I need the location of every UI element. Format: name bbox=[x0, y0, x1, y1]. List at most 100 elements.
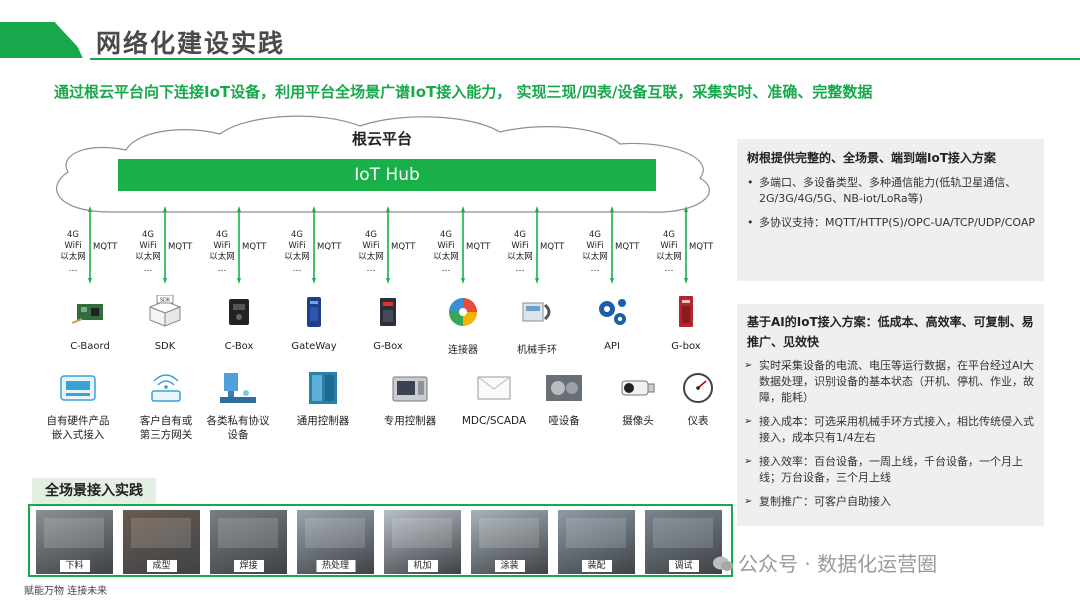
scenario-title: 全场景接入实践 bbox=[32, 478, 156, 504]
scenario-photo: 调试 bbox=[645, 510, 722, 574]
connector-network-label: 4G WiFi 以太网 bbox=[284, 230, 310, 262]
bidirectional-arrow-icon bbox=[163, 206, 167, 284]
scenario-photo-strip: 下料 成型 焊接 热处理 机加 涂装 装配 调试 bbox=[28, 504, 733, 577]
g-box-icon bbox=[368, 295, 408, 329]
scenario-caption: 焊接 bbox=[233, 560, 264, 572]
list-item: 多端口、多设备类型、多种通信能力(低轨卫星通信、2G/3G/4G/5G、NB-i… bbox=[743, 175, 1035, 207]
connector-protocol-label: MQTT bbox=[540, 242, 565, 252]
mdc-scada-icon bbox=[474, 371, 514, 405]
connector-protocol-label: MQTT bbox=[242, 242, 267, 252]
bidirectional-arrow-icon bbox=[386, 206, 390, 284]
connector: 4G WiFi 以太网 MQTT … bbox=[431, 206, 503, 284]
gears-icon bbox=[592, 295, 632, 329]
scenario-photo: 焊接 bbox=[210, 510, 287, 574]
sdk-box-icon: SDK bbox=[145, 295, 185, 329]
circuit-board-icon bbox=[70, 295, 110, 329]
connector-network-label: 4G WiFi 以太网 bbox=[60, 230, 86, 262]
scenario-photo: 装配 bbox=[558, 510, 635, 574]
connector-protocol-label: MQTT bbox=[615, 242, 640, 252]
connector-protocol-label: MQTT bbox=[391, 242, 416, 252]
ai-solution-panel-list: 实时采集设备的电流、电压等运行数据，在平台经过AI大数据处理，识别设备的基本状态… bbox=[743, 358, 1035, 518]
connector-network-label: 4G WiFi 以太网 bbox=[656, 230, 682, 262]
iot-hub-bar: IoT Hub bbox=[118, 159, 656, 191]
c-box-icon bbox=[219, 295, 259, 329]
header-divider bbox=[90, 58, 1080, 60]
scenario-caption: 涂装 bbox=[494, 560, 525, 572]
scenario-photo: 热处理 bbox=[297, 510, 374, 574]
bidirectional-arrow-icon bbox=[237, 206, 241, 284]
lathe-icon bbox=[390, 371, 430, 405]
embedded-hardware-icon bbox=[58, 371, 98, 405]
connector-network-label: 4G WiFi 以太网 bbox=[135, 230, 161, 262]
page-subtitle: 通过根云平台向下连接IoT设备，利用平台全场景广谱IoT接入能力， 实现三现/四… bbox=[54, 83, 873, 101]
wireless-gateway-icon bbox=[146, 371, 186, 405]
connector-more-label: … bbox=[590, 264, 600, 274]
connector-more-label: … bbox=[515, 264, 525, 274]
connector: 4G WiFi 以太网 MQTT… bbox=[282, 206, 354, 284]
list-item: 接入效率：百台设备，一周上线，千台设备，一个月上线；万台设备，三个月上线 bbox=[743, 454, 1035, 486]
connector-more-label: … bbox=[664, 264, 674, 274]
scenario-caption: 装配 bbox=[581, 560, 612, 572]
ai-solution-panel-title: 基于AI的IoT接入方案：低成本、高效率、可复制、易推广、见效快 bbox=[747, 315, 1034, 349]
bidirectional-arrow-icon bbox=[461, 206, 465, 284]
controller-cabinet-icon bbox=[303, 371, 343, 405]
watermark: 公众号 · 数据化运营圈 bbox=[712, 548, 937, 577]
device-label: GateWay bbox=[291, 341, 337, 352]
scenario-photo: 涂装 bbox=[471, 510, 548, 574]
scenario-caption: 调试 bbox=[668, 560, 699, 572]
footer-slogan: 赋能万物 连接未来 bbox=[24, 586, 108, 597]
platform-label: 根云平台 bbox=[352, 130, 413, 148]
connector-protocol-label: MQTT bbox=[466, 242, 491, 252]
solution-panel-title: 树根提供完整的、全场景、端到端IoT接入方案 bbox=[747, 151, 996, 165]
device-category-label: 仪表 bbox=[687, 415, 709, 427]
list-item: 复制推广：可客户自助接入 bbox=[743, 494, 1035, 510]
connector-more-label: … bbox=[441, 264, 451, 274]
device-label: G-box bbox=[671, 341, 701, 352]
gauge-icon bbox=[678, 371, 718, 405]
cnc-machine-icon bbox=[218, 371, 258, 405]
scenario-caption: 成型 bbox=[146, 560, 177, 572]
connector: 4G WiFi 以太网 MQTT … bbox=[580, 206, 652, 284]
device-label: SDK bbox=[154, 341, 176, 352]
watermark-text: 公众号 · 数据化运营圈 bbox=[738, 552, 938, 576]
wechat-icon bbox=[712, 554, 734, 572]
scenario-photo: 下料 bbox=[36, 510, 113, 574]
scenario-photo: 成型 bbox=[123, 510, 200, 574]
scenario-caption: 下料 bbox=[59, 560, 90, 572]
connector-network-label: 4G WiFi 以太网 bbox=[209, 230, 235, 262]
puzzle-connector-icon bbox=[443, 295, 483, 329]
connector-protocol-label: MQTT bbox=[168, 242, 193, 252]
connector-more-label: … bbox=[292, 264, 302, 274]
list-item: 接入成本：可选采用机械手环方式接入，相比传统侵入式接入，成本只有1/4左右 bbox=[743, 414, 1035, 446]
ai-solution-panel: 基于AI的IoT接入方案：低成本、高效率、可复制、易推广、见效快 实时采集设备的… bbox=[737, 304, 1044, 526]
bidirectional-arrow-icon bbox=[535, 206, 539, 284]
scenario-photo: 机加 bbox=[384, 510, 461, 574]
bidirectional-arrow-icon bbox=[610, 206, 614, 284]
connector-protocol-label: MQTT bbox=[93, 242, 118, 252]
svg-text:SDK: SDK bbox=[160, 298, 171, 304]
device-label: C-Baord bbox=[70, 341, 110, 352]
connector-network-label: 4G WiFi 以太网 bbox=[507, 230, 533, 262]
device-category-label: 专用控制器 bbox=[383, 415, 437, 427]
connector-more-label: … bbox=[143, 264, 153, 274]
gateway-icon bbox=[294, 295, 334, 329]
bidirectional-arrow-icon bbox=[88, 206, 92, 284]
device-label: 连接器 bbox=[448, 345, 478, 356]
connector: 4G WiFi 以太网 MQTT … bbox=[133, 206, 205, 284]
connector-network-label: 4G WiFi 以太网 bbox=[582, 230, 608, 262]
connector-protocol-label: MQTT bbox=[689, 242, 714, 252]
solution-panel: 树根提供完整的、全场景、端到端IoT接入方案 多端口、多设备类型、多种通信能力(… bbox=[737, 139, 1044, 281]
connector-more-label: … bbox=[68, 264, 78, 274]
dumb-device-icon bbox=[544, 371, 584, 405]
connector: 4G WiFi 以太网 MQTT… bbox=[356, 206, 428, 284]
list-item: 实时采集设备的电流、电压等运行数据，在平台经过AI大数据处理，识别设备的基本状态… bbox=[743, 358, 1035, 406]
mechanical-ring-icon bbox=[517, 295, 557, 329]
connector-network-label: 4G WiFi 以太网 bbox=[433, 230, 459, 262]
connector-more-label: … bbox=[366, 264, 376, 274]
scenario-caption: 热处理 bbox=[315, 560, 356, 572]
connector-more-label: … bbox=[217, 264, 227, 274]
device-category-label: 自有硬件产品 嵌入式接入 bbox=[46, 415, 110, 441]
device-category-label: 各类私有协议 设备 bbox=[206, 415, 270, 441]
device-label: C-Box bbox=[224, 341, 254, 352]
device-label: G-Box bbox=[373, 341, 403, 352]
